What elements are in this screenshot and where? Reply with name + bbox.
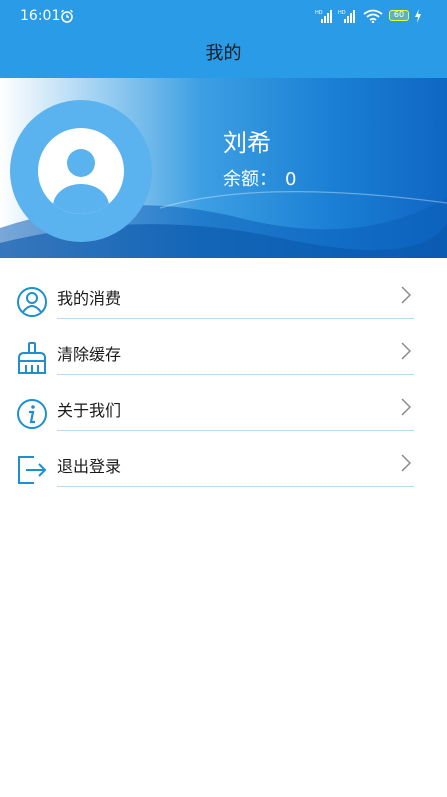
page-title: 我的 — [205, 43, 242, 64]
alarm-icon — [61, 9, 73, 23]
divider — [57, 374, 414, 375]
cell-signal-2-icon: HD — [338, 10, 355, 23]
divider — [57, 486, 414, 487]
chevron-right-icon — [401, 342, 411, 360]
balance-value: 0 — [285, 169, 297, 190]
chevron-right-icon — [401, 286, 411, 304]
charging-icon — [415, 9, 421, 23]
avatar[interactable] — [10, 100, 152, 242]
battery-icon: 60 — [389, 10, 409, 21]
menu-item-about[interactable]: 关于我们 — [0, 380, 447, 436]
balance: 余额： 0 — [223, 165, 304, 191]
user-name: 刘希 — [223, 129, 271, 157]
balance-label: 余额： — [223, 169, 277, 190]
battery-level: 60 — [393, 10, 405, 19]
divider — [57, 318, 414, 319]
menu-item-label: 退出登录 — [57, 457, 122, 476]
profile-header: 刘希 余额： 0 — [0, 78, 447, 258]
cell-signal-icon: HD — [315, 10, 332, 23]
logout-icon — [18, 456, 47, 484]
info-icon — [17, 399, 47, 429]
menu-item-label: 关于我们 — [57, 401, 122, 420]
wifi-icon — [363, 9, 383, 23]
chevron-right-icon — [401, 454, 411, 472]
menu-item-logout[interactable]: 退出登录 — [0, 436, 447, 492]
status-bar: 16:01 HD HD 60 — [0, 0, 447, 34]
menu-list: 我的消费 清除缓存 关于我们 退出登录 — [0, 268, 447, 492]
avatar-placeholder — [38, 128, 124, 214]
svg-text:HD: HD — [338, 10, 346, 16]
app-bar: 我的 — [0, 34, 447, 78]
chevron-right-icon — [401, 398, 411, 416]
menu-item-label: 清除缓存 — [57, 345, 122, 364]
svg-text:HD: HD — [315, 10, 323, 16]
broom-icon — [18, 342, 46, 374]
menu-item-label: 我的消费 — [57, 289, 122, 308]
status-time: 16:01 — [20, 8, 61, 24]
person-icon — [53, 149, 109, 214]
menu-item-clear-cache[interactable]: 清除缓存 — [0, 324, 447, 380]
user-circle-icon — [17, 287, 47, 317]
divider — [57, 430, 414, 431]
menu-item-consumption[interactable]: 我的消费 — [0, 268, 447, 324]
